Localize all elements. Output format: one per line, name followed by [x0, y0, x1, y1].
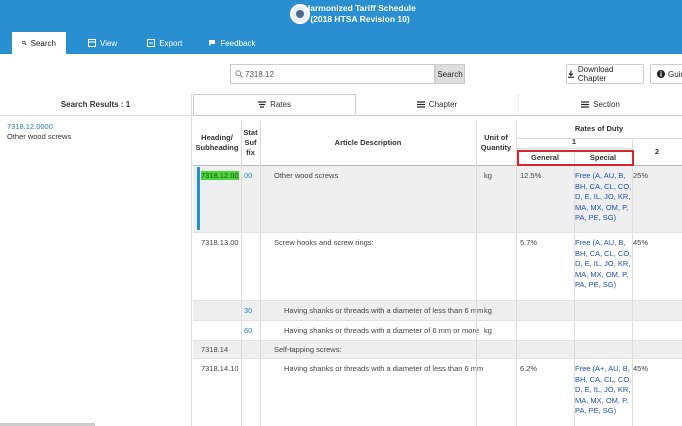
row-desc: Having shanks or threads with a diameter… [284, 364, 484, 373]
download-chapter-label: Download Chapter [577, 65, 614, 83]
export-icon [147, 39, 156, 47]
search-icon [235, 70, 243, 78]
row-heading: 7318.14 [201, 345, 229, 354]
row-desc: Other wood screws [274, 171, 339, 180]
tab-section[interactable]: Section [519, 94, 682, 115]
tab-chapter[interactable]: Chapter [356, 94, 520, 115]
row-general: 5.7% [520, 238, 538, 247]
detail-tabs: Rates Chapter Section [193, 94, 682, 116]
column-divider [476, 120, 477, 426]
row-desc: Screw hooks and screw rings: [274, 238, 374, 247]
row-unit: kg [484, 326, 492, 335]
result-code: 7318.12.0000 [7, 122, 53, 131]
row-general: 6.2% [520, 364, 538, 373]
table-row[interactable]: 7318.14.10 Having shanks or threads with… [193, 359, 682, 426]
row-general: 12.5% [520, 171, 542, 180]
row-heading: 7318.13.00 [201, 238, 239, 247]
row-special[interactable]: Free (A, AU, B, BH, CA, CL, CO, D, E, IL… [575, 238, 633, 291]
annotation-highlight-box [517, 150, 634, 166]
header-col2: 2 [654, 147, 660, 156]
nav-search[interactable]: Search [12, 32, 66, 54]
download-icon [567, 70, 574, 78]
row-stat[interactable]: 30 [244, 306, 252, 317]
download-chapter-button[interactable]: Download Chapter [566, 64, 644, 84]
header-article-description: Article Description [334, 138, 402, 147]
search-icon [22, 40, 27, 46]
column-divider [632, 138, 633, 426]
app-title-line1: Harmonized Tariff Schedule [304, 3, 416, 13]
section-icon [581, 101, 590, 108]
table-row[interactable]: 7318.12.00 00 Other wood screws kg 12.5%… [193, 166, 682, 233]
result-item[interactable]: 7318.12.0000 Other wood screws [0, 120, 191, 144]
info-icon [657, 70, 665, 78]
header-heading: Heading/ Subheading [195, 133, 239, 152]
header-unit-of-quantity: Unit of Quantity [480, 133, 512, 152]
result-desc: Other wood screws [7, 132, 72, 141]
tab-rates-label: Rates [270, 100, 291, 109]
header-divider [516, 148, 632, 149]
guide-label: Guid [668, 69, 682, 79]
nav-view-label: View [100, 38, 118, 48]
main-nav: Search View Export Feedback [0, 32, 265, 54]
column-divider [260, 120, 261, 426]
nav-view[interactable]: View [78, 32, 127, 54]
search-input[interactable]: 7318.12 [230, 64, 435, 84]
tab-chapter-label: Chapter [428, 100, 458, 109]
header-stat-suffix: Stat Suf fix [243, 128, 258, 157]
feedback-icon [209, 40, 216, 46]
row-heading: 7318.12.00 [201, 171, 239, 182]
row-stat[interactable]: 00 [244, 171, 252, 182]
app-title: Harmonized Tariff Schedule (2018 HTSA Re… [300, 3, 420, 25]
search-row: 7318.12 Search Download Chapter Guid [0, 62, 682, 86]
search-button[interactable]: Search [435, 64, 465, 84]
app-title-line2: (2018 HTSA Revision 10) [310, 14, 410, 24]
tab-rates[interactable]: Rates [193, 94, 357, 115]
row-col2: 45% [633, 238, 649, 247]
row-stat[interactable]: 60 [244, 326, 252, 337]
row-unit: kg [484, 171, 492, 180]
table-row[interactable]: 30 Having shanks or threads with a diame… [193, 301, 682, 321]
row-col2: 25% [633, 171, 649, 180]
table-row[interactable]: 7318.13.00 Screw hooks and screw rings: … [193, 233, 682, 301]
table-row[interactable]: 7318.14 Self-tapping screws: [193, 341, 682, 359]
results-title: Search Results : 1 [0, 94, 191, 116]
nav-export[interactable]: Export [137, 32, 192, 54]
row-heading: 7318.14.10 [201, 364, 239, 373]
row-unit: kg [484, 306, 492, 315]
column-divider [241, 120, 242, 426]
view-icon [88, 39, 96, 47]
row-desc: Having shanks or threads with a diameter… [284, 326, 480, 335]
rates-icon [258, 101, 267, 108]
nav-search-label: Search [30, 38, 56, 48]
selected-row-indicator [197, 167, 200, 230]
search-input-value: 7318.12 [245, 69, 274, 79]
row-special[interactable]: Free (A+, AU, B, BH, CA, CL, CO, D, E, I… [575, 364, 633, 417]
search-match-highlight: 7318.12.00 [201, 171, 239, 180]
row-special[interactable]: Free (A, AU, B, BH, CA, CL, CO, D, E, IL… [575, 171, 633, 224]
table-row[interactable]: 60 Having shanks or threads with a diame… [193, 321, 682, 341]
row-desc: Having shanks or threads with a diameter… [284, 306, 484, 315]
nav-feedback-label: Feedback [220, 38, 256, 48]
row-col2: 45% [633, 364, 649, 373]
nav-feedback[interactable]: Feedback [198, 32, 265, 54]
header-bar: Harmonized Tariff Schedule (2018 HTSA Re… [0, 0, 682, 54]
nav-export-label: Export [159, 38, 183, 48]
row-desc: Self-tapping screws: [274, 345, 342, 354]
tab-section-label: Section [593, 100, 620, 109]
header-divider [516, 138, 682, 139]
column-divider [574, 148, 575, 426]
guide-button[interactable]: Guid [650, 64, 682, 84]
search-results-panel: Search Results : 1 7318.12.0000 Other wo… [0, 94, 192, 426]
chapter-icon [416, 101, 425, 108]
